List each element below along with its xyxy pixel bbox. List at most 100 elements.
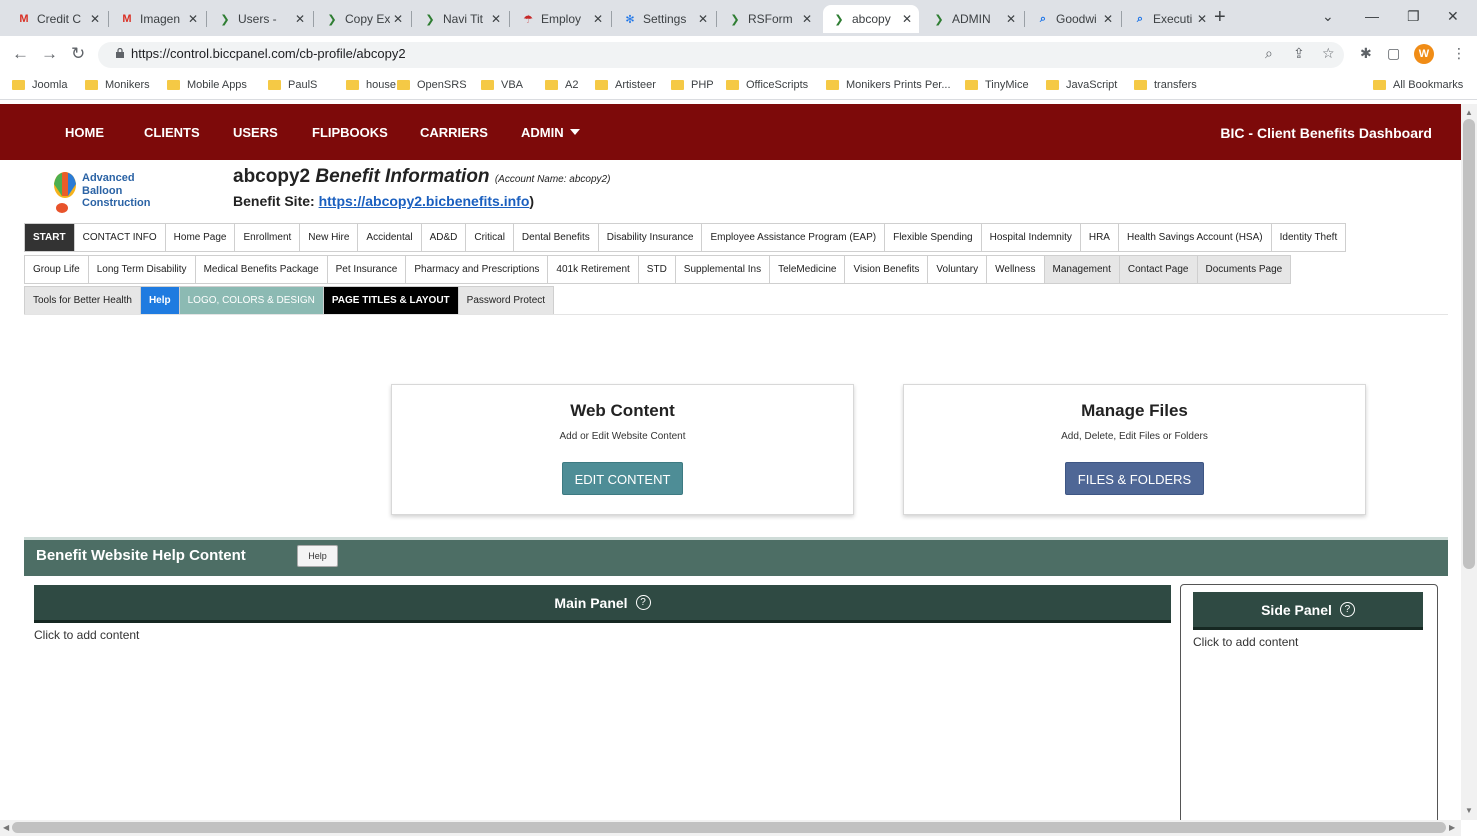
browser-tab[interactable]: ✻ Settings ✕	[614, 5, 715, 33]
tab-long-term-disability[interactable]: Long Term Disability	[87, 255, 195, 284]
vertical-scroll-thumb[interactable]	[1463, 119, 1475, 569]
bookmark-item[interactable]: Monikers	[85, 79, 150, 91]
tab-documents-page[interactable]: Documents Page	[1196, 255, 1292, 284]
help-button[interactable]: Help	[297, 545, 338, 567]
tab-pharmacy-and-prescriptions[interactable]: Pharmacy and Prescriptions	[405, 255, 548, 284]
menu-icon[interactable]: ⋮	[1452, 45, 1466, 62]
close-tab-icon[interactable]: ✕	[899, 12, 915, 26]
tab-accidental[interactable]: Accidental	[357, 223, 421, 252]
tab-flexible-spending[interactable]: Flexible Spending	[884, 223, 981, 252]
tab-logo-colors-design[interactable]: LOGO, COLORS & DESIGN	[178, 286, 323, 315]
all-bookmarks[interactable]: All Bookmarks	[1373, 79, 1463, 91]
nav-users[interactable]: USERS	[233, 125, 278, 140]
browser-tab[interactable]: M Credit C ✕	[8, 5, 107, 33]
bookmark-item[interactable]: PHP	[671, 79, 714, 91]
files-folders-button[interactable]: FILES & FOLDERS	[1064, 462, 1205, 495]
extensions-icon[interactable]: ✱	[1360, 45, 1372, 62]
tab-telemedicine[interactable]: TeleMedicine	[769, 255, 845, 284]
horizontal-scroll-thumb[interactable]	[12, 822, 1446, 833]
close-tab-icon[interactable]: ✕	[1003, 12, 1019, 26]
tab-contact-page[interactable]: Contact Page	[1118, 255, 1197, 284]
tab-wellness[interactable]: Wellness	[986, 255, 1044, 284]
close-tab-icon[interactable]: ✕	[292, 12, 308, 26]
tab-new-hire[interactable]: New Hire	[299, 223, 358, 252]
tab-disability-insurance[interactable]: Disability Insurance	[597, 223, 702, 252]
tab-employee-assistance-program-eap[interactable]: Employee Assistance Program (EAP)	[701, 223, 885, 252]
close-tab-icon[interactable]: ✕	[488, 12, 504, 26]
close-tab-icon[interactable]: ✕	[590, 12, 606, 26]
browser-tab[interactable]: ❯ ADMIN ✕	[923, 5, 1023, 33]
browser-tab[interactable]: ❯ RSForm ✕	[719, 5, 819, 33]
back-icon[interactable]: ←	[12, 44, 29, 64]
bookmark-item[interactable]: Joomla	[12, 79, 67, 91]
nav-carriers[interactable]: CARRIERS	[420, 125, 488, 140]
close-tab-icon[interactable]: ✕	[1100, 12, 1116, 26]
tab-group-life[interactable]: Group Life	[24, 255, 88, 284]
tab-pet-insurance[interactable]: Pet Insurance	[326, 255, 406, 284]
edit-content-button[interactable]: EDIT CONTENT	[561, 462, 684, 495]
tab-hra[interactable]: HRA	[1079, 223, 1118, 252]
tab-contact-info[interactable]: CONTACT INFO	[73, 223, 165, 252]
close-window-icon[interactable]: ✕	[1447, 8, 1459, 25]
nav-home[interactable]: HOME	[65, 125, 104, 140]
restore-icon[interactable]: ❐	[1407, 8, 1420, 25]
tab-identity-theft[interactable]: Identity Theft	[1270, 223, 1347, 252]
nav-clients[interactable]: CLIENTS	[144, 125, 200, 140]
browser-tab[interactable]: ❯ abcopy ✕	[823, 5, 919, 33]
scroll-up-icon[interactable]: ▲	[1465, 108, 1473, 117]
bookmark-item[interactable]: Mobile Apps	[167, 79, 247, 91]
share-icon[interactable]: ⇪	[1293, 45, 1305, 62]
tab-home-page[interactable]: Home Page	[164, 223, 235, 252]
browser-tab[interactable]: ❯ Navi Tit ✕	[414, 5, 508, 33]
bookmark-item[interactable]: house	[346, 79, 396, 91]
tab-voluntary[interactable]: Voluntary	[927, 255, 987, 284]
tab-vision-benefits[interactable]: Vision Benefits	[844, 255, 928, 284]
main-panel-content[interactable]: Click to add content	[34, 628, 139, 642]
forward-icon[interactable]: →	[41, 44, 58, 64]
close-tab-icon[interactable]: ✕	[799, 12, 815, 26]
tab-dental-benefits[interactable]: Dental Benefits	[512, 223, 598, 252]
benefit-site-link[interactable]: https://abcopy2.bicbenefits.info	[319, 193, 530, 209]
zoom-icon[interactable]: ⌕	[1265, 45, 1273, 62]
browser-tab[interactable]: ❯ Users - ✕	[209, 5, 312, 33]
tab-page-titles-layout[interactable]: PAGE TITLES & LAYOUT	[322, 286, 458, 315]
bookmark-star-icon[interactable]: ☆	[1322, 45, 1335, 62]
minimize-icon[interactable]: —	[1365, 8, 1379, 24]
tab-search-icon[interactable]: ⌄	[1322, 8, 1334, 25]
tab-std[interactable]: STD	[637, 255, 675, 284]
reload-icon[interactable]: ↻	[71, 44, 85, 64]
side-panel-icon[interactable]: ▢	[1387, 45, 1400, 62]
tab-supplemental-ins[interactable]: Supplemental Ins	[674, 255, 770, 284]
scroll-right-icon[interactable]: ▶	[1449, 823, 1455, 832]
browser-tab[interactable]: ⌕ Executi ✕	[1124, 5, 1214, 33]
tab-password-protect[interactable]: Password Protect	[457, 286, 555, 315]
tab-medical-benefits-package[interactable]: Medical Benefits Package	[194, 255, 327, 284]
side-panel-content[interactable]: Click to add content	[1193, 635, 1298, 649]
scroll-down-icon[interactable]: ▼	[1465, 806, 1473, 815]
scroll-left-icon[interactable]: ◀	[3, 823, 9, 832]
tab-hospital-indemnity[interactable]: Hospital Indemnity	[980, 223, 1080, 252]
bookmark-item[interactable]: VBA	[481, 79, 523, 91]
bookmark-item[interactable]: OpenSRS	[397, 79, 467, 91]
close-tab-icon[interactable]: ✕	[390, 12, 406, 26]
tab-management[interactable]: Management	[1043, 255, 1119, 284]
tab-enrollment[interactable]: Enrollment	[234, 223, 300, 252]
close-tab-icon[interactable]: ✕	[87, 12, 103, 26]
tab-ad-d[interactable]: AD&D	[420, 223, 466, 252]
browser-tab[interactable]: ❯ Copy Ex ✕	[316, 5, 410, 33]
bookmark-item[interactable]: OfficeScripts	[726, 79, 808, 91]
close-tab-icon[interactable]: ✕	[185, 12, 201, 26]
browser-tab[interactable]: M Imagen ✕	[111, 5, 205, 33]
tab-help[interactable]: Help	[139, 286, 179, 315]
bookmark-item[interactable]: Monikers Prints Per...	[826, 79, 951, 91]
new-tab-button[interactable]: +	[1214, 6, 1226, 29]
close-tab-icon[interactable]: ✕	[1194, 12, 1210, 26]
bookmark-item[interactable]: JavaScript	[1046, 79, 1117, 91]
profile-avatar[interactable]: W	[1414, 44, 1434, 64]
close-tab-icon[interactable]: ✕	[695, 12, 711, 26]
bookmark-item[interactable]: Artisteer	[595, 79, 656, 91]
tab-start[interactable]: START	[24, 223, 74, 252]
tab-tools-for-better-health[interactable]: Tools for Better Health	[24, 286, 140, 315]
browser-tab[interactable]: ⌕ Goodwi ✕	[1027, 5, 1120, 33]
bookmark-item[interactable]: A2	[545, 79, 578, 91]
